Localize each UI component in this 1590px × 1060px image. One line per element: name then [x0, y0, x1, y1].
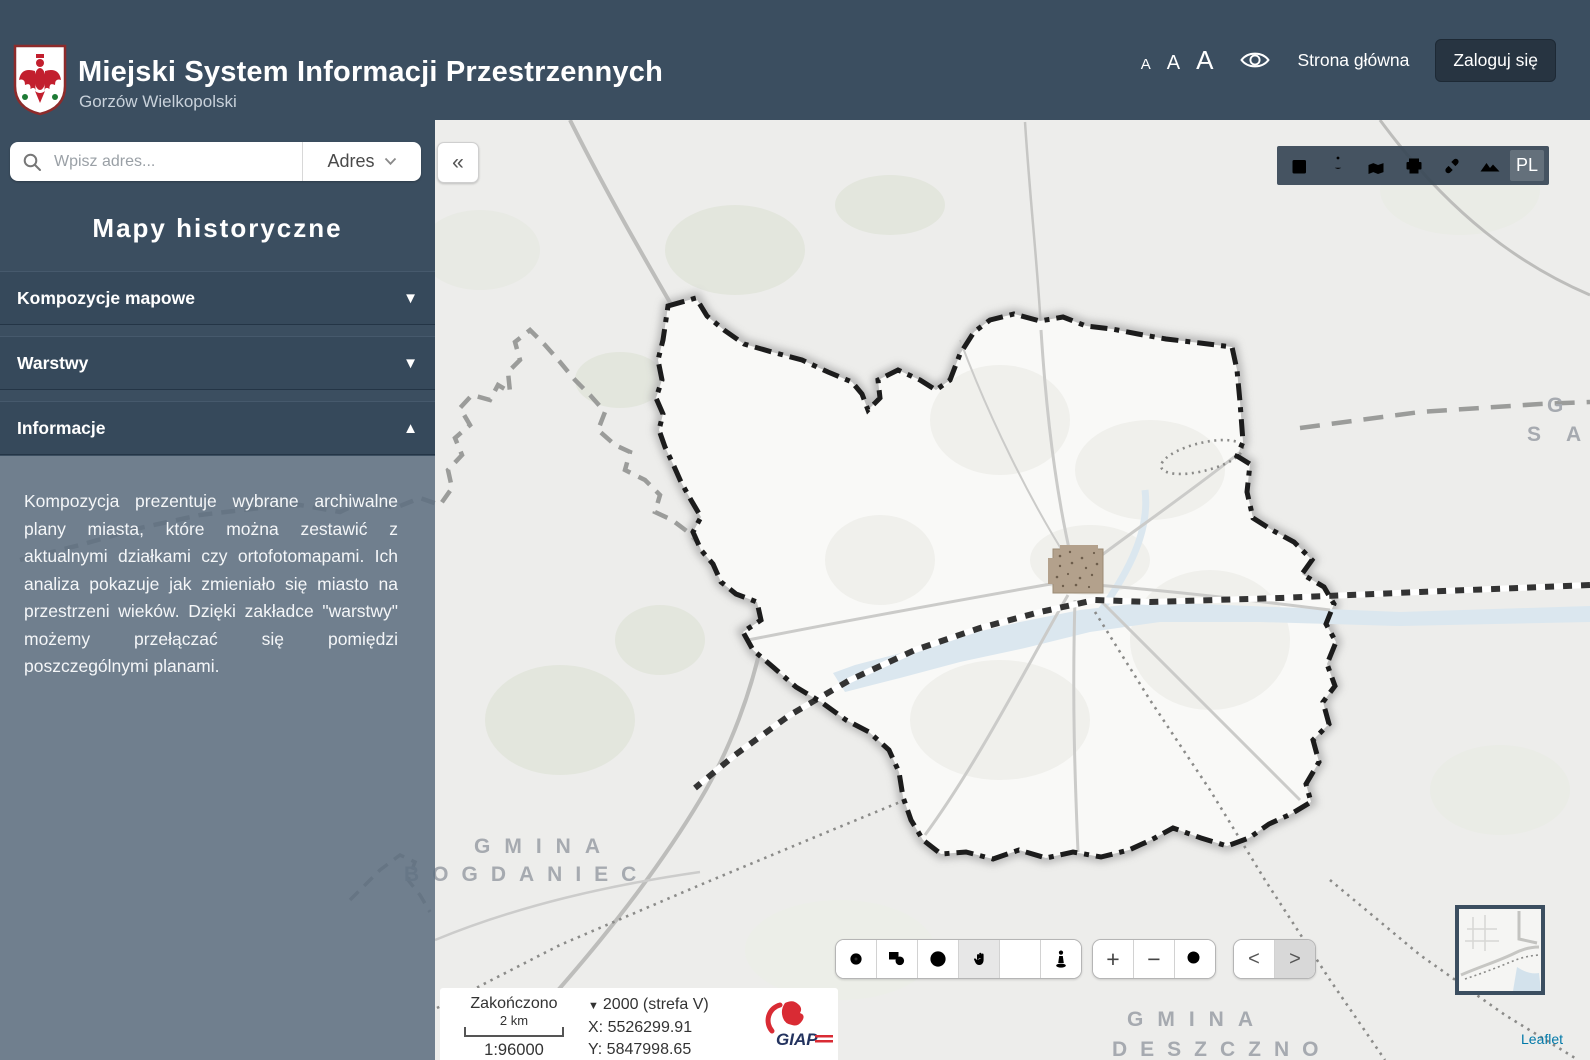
header: Miejski System Informacji Przestrzennych…	[0, 0, 1590, 120]
gmina-east-label-2: S A	[1527, 423, 1590, 446]
giap-logo: GIAP	[756, 988, 838, 1060]
minimap[interactable]	[1455, 905, 1545, 995]
info-description-text: Kompozycja prezentuje wybrane archiwalne…	[24, 488, 398, 681]
measure-icon[interactable]	[1320, 149, 1356, 182]
print-icon[interactable]	[1396, 149, 1432, 182]
gmina-south-label-2: DESZCZNO	[1112, 1038, 1332, 1060]
contrast-eye-icon[interactable]	[1239, 49, 1271, 71]
gmina-west-label-1: GMINA	[474, 835, 614, 858]
terrain-profile-icon[interactable]	[1472, 149, 1508, 182]
map-tool-group	[835, 939, 1082, 979]
search-category-dropdown[interactable]: Adres	[303, 151, 421, 172]
status-text: Zakończono	[470, 995, 557, 1013]
font-size-controls: A A A	[1141, 45, 1214, 76]
font-size-large-button[interactable]: A	[1196, 45, 1213, 76]
pan-hand-button[interactable]	[959, 940, 1000, 978]
locate-button[interactable]	[836, 940, 877, 978]
city-crest-logo	[12, 44, 68, 116]
chevron-down-icon	[384, 157, 397, 166]
crs-dropdown[interactable]: ▼2000 (strefa V)	[588, 994, 756, 1017]
history-group: < >	[1233, 939, 1316, 979]
search-input[interactable]	[52, 152, 302, 172]
login-button[interactable]: Zaloguj się	[1435, 39, 1556, 82]
address-search: Adres	[10, 142, 421, 181]
caret-down-icon: ▼	[403, 290, 418, 307]
edit-icon[interactable]	[1282, 149, 1318, 182]
sidebar-collapse-button[interactable]: «	[437, 142, 479, 183]
map-toolbar: PL	[1277, 146, 1549, 185]
zoom-search-button[interactable]	[1175, 940, 1215, 978]
caret-up-icon: ▲	[403, 420, 418, 437]
zoom-out-button[interactable]: −	[1134, 940, 1175, 978]
gmina-west-label-2: BOGDANIEC	[404, 863, 649, 886]
leaflet-attribution[interactable]: Leaflet	[1521, 1031, 1563, 1047]
street-view-pegman-button[interactable]	[1041, 940, 1081, 978]
caret-down-icon: ▼	[403, 355, 418, 372]
scale-bar: 2 km	[464, 1027, 564, 1037]
language-selector[interactable]: PL	[1510, 150, 1544, 181]
accordion-informacje[interactable]: Informacje ▲	[0, 401, 435, 455]
gmina-south-label-1: GMINA	[1127, 1008, 1267, 1031]
panel-title: Mapy historyczne	[0, 213, 435, 244]
caret-down-icon: ▼	[588, 1000, 599, 1012]
gmina-east-label-1: G	[1547, 394, 1563, 417]
font-size-small-button[interactable]: A	[1141, 56, 1151, 73]
globe-extent-button[interactable]	[918, 940, 959, 978]
app-title: Miejski System Informacji Przestrzennych	[78, 56, 663, 89]
fullscreen-button[interactable]	[1000, 940, 1041, 978]
status-panel: Zakończono 2 km 1:96000 ▼2000 (strefa V)…	[440, 988, 838, 1060]
accordion-kompozycje-mapowe[interactable]: Kompozycje mapowe ▼	[0, 271, 435, 325]
font-size-medium-button[interactable]: A	[1167, 52, 1180, 75]
search-icon	[22, 152, 42, 172]
application-window: GMINA BOGDANIEC GMINA DESZCZNO G S A	[0, 0, 1590, 1060]
coordinate-y: Y: 5847998.65	[588, 1039, 756, 1060]
history-forward-button[interactable]: >	[1275, 940, 1315, 978]
coordinate-x: X: 5526299.91	[588, 1017, 756, 1039]
download-map-icon[interactable]	[1358, 149, 1394, 182]
share-link-icon[interactable]	[1434, 149, 1470, 182]
history-back-button[interactable]: <	[1234, 940, 1275, 978]
zoom-to-area-button[interactable]	[877, 940, 918, 978]
svg-text:GIAP: GIAP	[776, 1030, 818, 1049]
historic-map-overlay[interactable]	[1048, 545, 1103, 593]
sidebar: Adres Mapy historyczne Kompozycje mapowe…	[0, 120, 435, 1060]
zoom-in-button[interactable]: +	[1093, 940, 1134, 978]
scale-ratio: 1:96000	[484, 1041, 544, 1060]
accordion-warstwy[interactable]: Warstwy ▼	[0, 336, 435, 390]
home-link[interactable]: Strona główna	[1297, 50, 1409, 71]
scale-bar-label: 2 km	[466, 1013, 562, 1028]
app-subtitle: Gorzów Wielkopolski	[79, 92, 237, 112]
zoom-group: + −	[1092, 939, 1216, 979]
